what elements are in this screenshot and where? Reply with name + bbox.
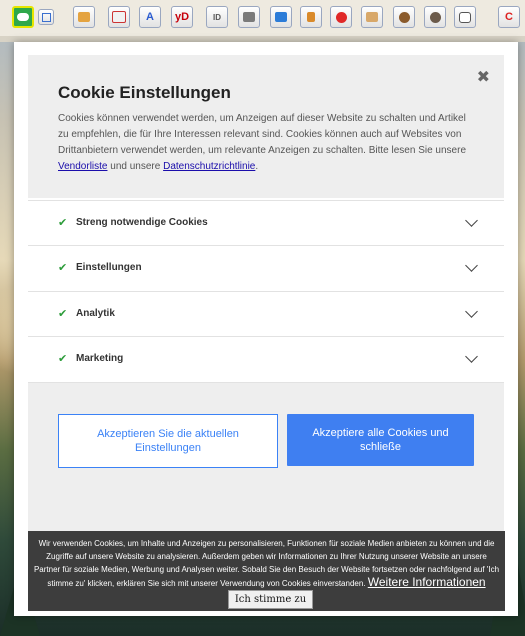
chevron-down-icon[interactable] bbox=[465, 305, 478, 318]
broom-icon[interactable] bbox=[73, 6, 95, 28]
check-icon: ✔ bbox=[58, 308, 68, 320]
chat-icon[interactable] bbox=[108, 6, 130, 28]
yandex-icon[interactable]: yD bbox=[171, 6, 193, 28]
dialog-actions: Akzeptieren Sie die aktuellen Einstellun… bbox=[28, 382, 504, 533]
cookie-icon[interactable] bbox=[393, 6, 415, 28]
pocket-icon[interactable] bbox=[454, 6, 476, 28]
accept-current-button[interactable]: Akzeptieren Sie die aktuellen Einstellun… bbox=[58, 414, 278, 468]
check-icon: ✔ bbox=[58, 217, 68, 229]
cloud-icon[interactable] bbox=[12, 6, 34, 28]
accept-all-button[interactable]: Akzeptiere alle Cookies und schließe bbox=[287, 414, 474, 466]
dialog-header: ✖ Cookie Einstellungen Cookies können ve… bbox=[28, 55, 504, 198]
shoe-icon[interactable] bbox=[238, 6, 260, 28]
cookie-settings-dialog: ✖ Cookie Einstellungen Cookies können ve… bbox=[14, 42, 518, 616]
category-label: Analytik bbox=[76, 308, 115, 319]
category-row-analytics[interactable]: ✔ Analytik bbox=[28, 291, 504, 336]
id-icon[interactable]: ID bbox=[206, 6, 228, 28]
dialog-title: Cookie Einstellungen bbox=[58, 83, 231, 102]
printer-icon[interactable] bbox=[361, 6, 383, 28]
category-row-preferences[interactable]: ✔ Einstellungen bbox=[28, 245, 504, 290]
description-text: . bbox=[255, 161, 259, 172]
close-icon[interactable]: ✖ bbox=[477, 67, 490, 87]
category-label: Einstellungen bbox=[76, 262, 142, 273]
cookie-consent-banner: Wir verwenden Cookies, um Inhalte und An… bbox=[28, 531, 505, 611]
translate-icon[interactable]: A bbox=[139, 6, 161, 28]
monkey-icon[interactable] bbox=[424, 6, 446, 28]
chevron-down-icon[interactable] bbox=[465, 350, 478, 363]
check-icon: ✔ bbox=[58, 262, 68, 274]
chevron-down-icon[interactable] bbox=[465, 214, 478, 227]
privacy-policy-link[interactable]: Datenschutzrichtlinie bbox=[163, 161, 255, 172]
category-row-necessary[interactable]: ✔ Streng notwendige Cookies bbox=[28, 200, 504, 245]
more-info-link[interactable]: Weitere Informationen bbox=[368, 575, 486, 589]
check-icon: ✔ bbox=[58, 353, 68, 365]
reload-icon[interactable]: C bbox=[498, 6, 520, 28]
category-label: Marketing bbox=[76, 353, 124, 364]
description-text: Cookies können verwendet werden, um Anze… bbox=[58, 113, 467, 156]
category-label: Streng notwendige Cookies bbox=[76, 217, 208, 228]
banner-text: Wir verwenden Cookies, um Inhalte und An… bbox=[28, 531, 505, 609]
description-text: und unsere bbox=[107, 161, 164, 172]
tools-icon[interactable] bbox=[300, 6, 322, 28]
record-icon[interactable] bbox=[330, 6, 352, 28]
agree-button[interactable]: Ich stimme zu bbox=[227, 590, 314, 609]
category-row-marketing[interactable]: ✔ Marketing bbox=[28, 336, 504, 381]
folder-icon[interactable] bbox=[270, 6, 292, 28]
chevron-down-icon[interactable] bbox=[465, 259, 478, 272]
vendor-list-link[interactable]: Vendorliste bbox=[58, 161, 107, 172]
browser-toolbar: A yD ID C bbox=[0, 0, 525, 37]
grid-icon[interactable] bbox=[38, 9, 54, 25]
dialog-description: Cookies können verwendet werden, um Anze… bbox=[58, 111, 478, 175]
